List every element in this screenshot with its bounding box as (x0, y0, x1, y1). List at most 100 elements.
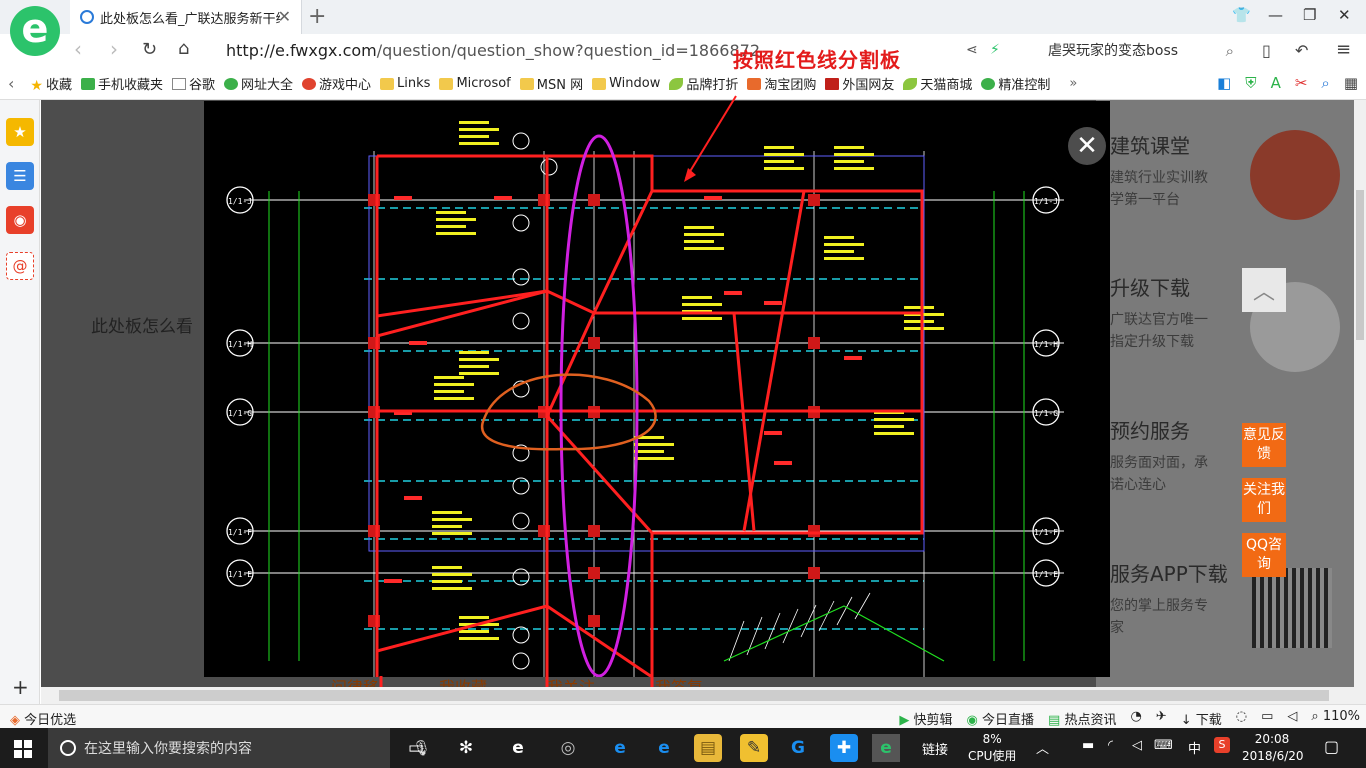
pinwheel-app-icon[interactable]: ✻ (452, 734, 480, 762)
new-tab-icon[interactable]: + (308, 4, 326, 29)
spiral-app-icon[interactable]: ◎ (554, 734, 582, 762)
vertical-scrollbar[interactable] (1354, 100, 1366, 704)
file-explorer-icon[interactable]: ▤ (694, 734, 722, 762)
bookmark-item[interactable]: 淘宝团购 (747, 74, 816, 93)
ie-app-icon[interactable]: e (504, 734, 532, 762)
printer-icon[interactable]: ▬ (1082, 738, 1094, 753)
service-item[interactable]: 建筑课堂 建筑行业实训教学第一平台 (1110, 130, 1340, 220)
browser-app-icon[interactable]: e (872, 734, 900, 762)
bookmark-item[interactable]: 手机收藏夹 (80, 74, 163, 93)
notification-icon[interactable]: ▢ (1324, 737, 1339, 756)
clock[interactable]: 20:08 2018/6/20 (1242, 731, 1304, 765)
bookmark-item[interactable]: Microsof (439, 76, 511, 91)
browser-logo-icon[interactable]: e (10, 6, 60, 56)
service-item[interactable]: 升级下载 广联达官方唯一指定升级下载 (1110, 272, 1340, 372)
follow-button[interactable]: 关注我们 (1242, 478, 1286, 522)
bookmark-item[interactable]: 游戏中心 (302, 74, 371, 93)
bookmark-item[interactable]: 外国网友 (825, 74, 894, 93)
plus-app-icon[interactable]: ✚ (830, 734, 858, 762)
speed-icon[interactable]: ◔ (1130, 709, 1141, 728)
shield-icon[interactable]: ⛨ (1245, 74, 1256, 92)
keyboard-icon[interactable]: ⌨ (1154, 738, 1173, 753)
grid-icon[interactable]: ▦ (1344, 74, 1358, 92)
search-icon[interactable]: ⌕ (1218, 38, 1234, 64)
section-bubble (512, 214, 530, 232)
scroll-thumb[interactable] (1356, 190, 1364, 340)
search-input[interactable]: 虐哭玩家的变态boss ⌕ (1040, 38, 1240, 64)
feedback-button[interactable]: 意见反馈 (1242, 423, 1286, 467)
start-menu-icon[interactable] (14, 740, 32, 758)
service-item[interactable]: 服务APP下载 您的掌上服务专家 (1110, 558, 1340, 648)
extension-icon[interactable]: ◧ (1217, 74, 1231, 92)
bookmark-item[interactable]: MSN 网 (519, 74, 583, 93)
skin-icon[interactable]: 👕 (1232, 6, 1251, 24)
translate-icon[interactable]: A (1271, 74, 1281, 92)
status-item[interactable]: ▶ 快剪辑 (899, 709, 952, 728)
phone-icon[interactable]: ▯ (1262, 41, 1271, 60)
task-view-icon[interactable]: ▭ (402, 734, 430, 762)
today-picks[interactable]: ◈ 今日优选 (10, 709, 76, 728)
more-bookmarks-icon[interactable]: » (1069, 76, 1077, 91)
restore-icon[interactable]: ❐ (1303, 6, 1316, 24)
section-bubble (512, 652, 530, 670)
search-icon[interactable]: ⌕ (1321, 74, 1329, 92)
ime-indicator[interactable]: 中 (1188, 738, 1201, 757)
pin-icon[interactable]: ✈ (1156, 709, 1167, 728)
cpu-meter[interactable]: 8% CPU使用 (968, 731, 1016, 765)
sidebar-toggle-icon[interactable]: ‹ (8, 74, 14, 93)
close-window-icon[interactable]: ✕ (1338, 6, 1351, 24)
status-item[interactable]: ↓ 下载 (1181, 709, 1222, 728)
minimize-icon[interactable]: — (1268, 6, 1283, 24)
wifi-icon[interactable]: ◜ (1108, 738, 1113, 753)
home-icon[interactable]: ⌂ (178, 38, 189, 59)
list-icon[interactable]: ☰ (6, 162, 34, 190)
back-to-top-icon[interactable]: ︿ (1242, 268, 1286, 312)
weibo-icon[interactable]: ◉ (6, 206, 34, 234)
scroll-thumb[interactable] (59, 690, 1329, 701)
browser-tab[interactable]: 此处板怎么看_广联达服务新干线 ✕ (70, 0, 302, 34)
bookmark-item[interactable]: ★ 收藏 (30, 74, 72, 94)
forward-icon[interactable]: › (110, 37, 118, 61)
window-icon[interactable]: ▭ (1261, 709, 1273, 728)
sogou-icon[interactable]: S (1214, 737, 1230, 753)
qq-consult-button[interactable]: QQ咨询 (1242, 533, 1286, 577)
bookmark-item[interactable]: Window (592, 76, 660, 91)
back-icon[interactable]: ‹ (74, 37, 82, 61)
chevron-up-icon[interactable]: ︿ (1036, 738, 1049, 757)
status-item[interactable]: ◉ 今日直播 (967, 709, 1035, 728)
url-field[interactable]: http://e.fwxgx.com/question/question_sho… (226, 41, 760, 60)
glodon-app-icon[interactable]: G (784, 734, 812, 762)
undo-icon[interactable]: ↶ (1295, 41, 1308, 60)
mail-icon[interactable]: @ (6, 252, 34, 280)
share-icon[interactable]: ⋖ (966, 42, 978, 58)
link-label[interactable]: 链接 (922, 739, 948, 758)
add-icon[interactable]: + (12, 675, 29, 699)
horizontal-scrollbar[interactable] (41, 687, 1354, 704)
tab-close-icon[interactable]: ✕ (278, 7, 291, 26)
section-bubble (540, 158, 558, 176)
bookmark-item[interactable]: 品牌打折 (669, 74, 738, 93)
bookmark-item[interactable]: 谷歌 (172, 74, 215, 93)
bookmark-item[interactable]: 精准控制 (981, 74, 1050, 93)
bookmark-item[interactable]: Links (380, 76, 430, 91)
favorites-icon[interactable]: ★ (6, 118, 34, 146)
axis-label: 1/1-H (228, 340, 252, 349)
clear-icon[interactable]: ◌ (1236, 709, 1247, 728)
status-item[interactable]: ▤ 热点资讯 (1048, 709, 1116, 728)
volume-icon[interactable]: ◁ (1287, 709, 1297, 728)
scissors-icon[interactable]: ✂ (1295, 74, 1308, 92)
taskbar-search[interactable]: 在这里输入你要搜索的内容 🎙 (48, 728, 431, 768)
service-item[interactable]: 预约服务 服务面对面，承诺心连心 (1110, 415, 1340, 496)
viewer-close-button[interactable]: ✕ (1068, 127, 1106, 165)
ie-blue-app-icon[interactable]: e (650, 734, 678, 762)
lightning-icon[interactable]: ⚡ (990, 42, 1000, 58)
reload-icon[interactable]: ↻ (142, 39, 157, 60)
menu-icon[interactable]: ≡ (1336, 39, 1351, 60)
bookmark-item[interactable]: 天猫商城 (903, 74, 972, 93)
edge-app-icon[interactable]: e (606, 734, 634, 762)
zoom-level[interactable]: ⌕ 110% (1311, 709, 1360, 728)
question-title: 此处板怎么看 (91, 317, 193, 337)
speaker-icon[interactable]: ◁ (1132, 738, 1142, 753)
notes-app-icon[interactable]: ✎ (740, 734, 768, 762)
bookmark-item[interactable]: 网址大全 (224, 74, 293, 93)
